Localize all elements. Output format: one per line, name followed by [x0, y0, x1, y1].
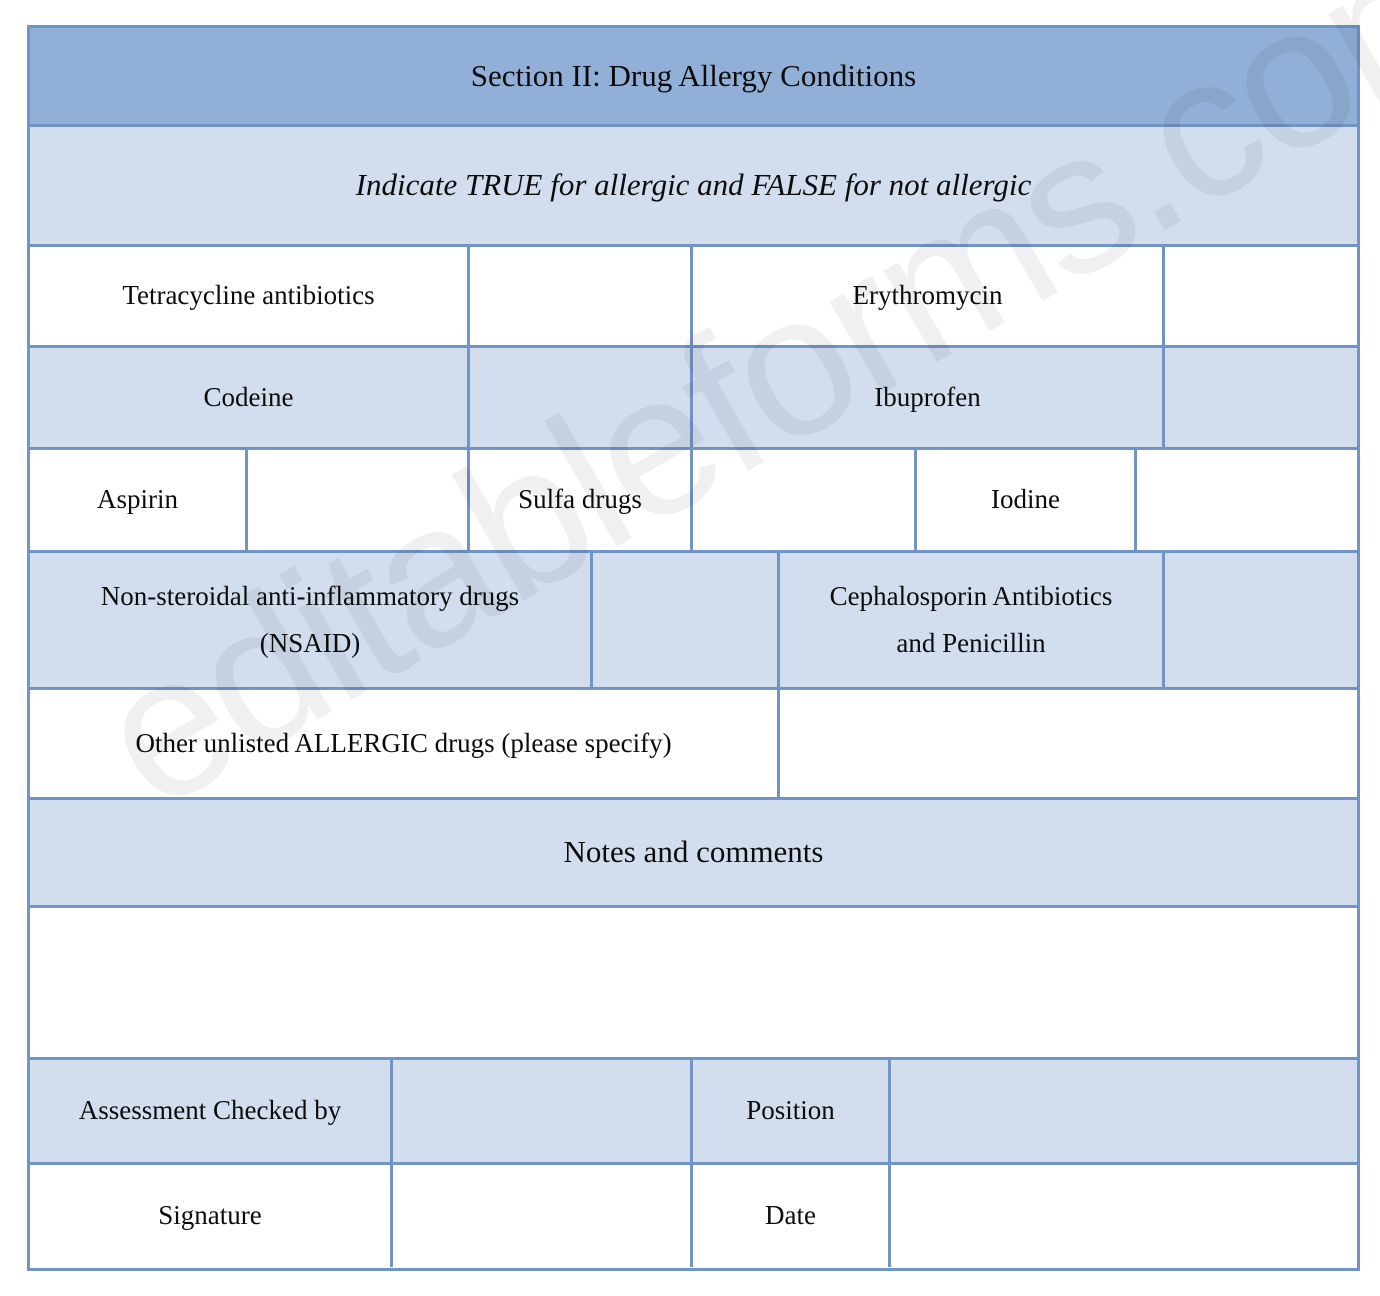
drug-label-tetracycline: Tetracycline antibiotics [30, 247, 470, 345]
section-title: Section II: Drug Allergy Conditions [30, 28, 1357, 124]
table-row-notes-header: Notes and comments [30, 800, 1357, 908]
table-row-drug-1: Tetracycline antibiotics Erythromycin [30, 247, 1357, 348]
drug-label-erythromycin: Erythromycin [693, 247, 1165, 345]
drug-answer-sulfa-drugs[interactable] [693, 450, 917, 550]
drug-label-iodine: Iodine [917, 450, 1137, 550]
table-row-assessment: Assessment Checked by Position [30, 1060, 1357, 1165]
other-drugs-input[interactable] [780, 690, 1357, 797]
drug-label-ibuprofen: Ibuprofen [693, 348, 1165, 447]
table-row-instruction: Indicate TRUE for allergic and FALSE for… [30, 127, 1357, 247]
drug-answer-codeine[interactable] [470, 348, 693, 447]
drug-label-nsaid: Non-steroidal anti-inflammatory drugs (N… [30, 553, 593, 687]
assessment-checked-by-input[interactable] [393, 1060, 693, 1162]
drug-answer-nsaid[interactable] [593, 553, 780, 687]
table-row-title: Section II: Drug Allergy Conditions [30, 28, 1357, 127]
notes-header-label: Notes and comments [30, 800, 1357, 905]
signature-label: Signature [30, 1165, 393, 1267]
date-label: Date [693, 1165, 891, 1267]
drug-answer-cephalosporin[interactable] [1165, 553, 1357, 687]
drug-allergy-form-table: Section II: Drug Allergy Conditions Indi… [27, 25, 1360, 1271]
date-input[interactable] [891, 1165, 1357, 1267]
signature-input[interactable] [393, 1165, 693, 1267]
position-input[interactable] [891, 1060, 1357, 1162]
drug-label-codeine: Codeine [30, 348, 470, 447]
form-page: editableforms.com Section II: Drug Aller… [0, 0, 1380, 1296]
drug-label-sulfa-drugs: Sulfa drugs [470, 450, 693, 550]
assessment-checked-by-label: Assessment Checked by [30, 1060, 393, 1162]
drug-label-cephalosporin: Cephalosporin Antibiotics and Penicillin [780, 553, 1165, 687]
drug-label-cephalosporin-line-1: Cephalosporin Antibiotics [829, 580, 1113, 611]
drug-answer-ibuprofen[interactable] [1165, 348, 1357, 447]
table-row-drug-2: Codeine Ibuprofen [30, 348, 1357, 450]
table-row-signature: Signature Date [30, 1165, 1357, 1267]
table-row-notes-body [30, 908, 1357, 1060]
drug-answer-erythromycin[interactable] [1165, 247, 1357, 345]
notes-input[interactable] [30, 908, 1357, 1057]
drug-answer-tetracycline[interactable] [470, 247, 693, 345]
section-instruction: Indicate TRUE for allergic and FALSE for… [30, 127, 1357, 244]
position-label: Position [693, 1060, 891, 1162]
table-row-drug-3: Aspirin Sulfa drugs Iodine [30, 450, 1357, 553]
drug-label-cephalosporin-line-2: and Penicillin [896, 628, 1046, 658]
table-row-drug-4: Non-steroidal anti-inflammatory drugs (N… [30, 553, 1357, 690]
drug-label-aspirin: Aspirin [30, 450, 248, 550]
drug-label-nsaid-line-1: Non-steroidal anti-inflammatory drugs [100, 580, 520, 611]
table-row-other-drugs: Other unlisted ALLERGIC drugs (please sp… [30, 690, 1357, 800]
drug-label-nsaid-line-2: (NSAID) [259, 628, 361, 658]
other-drugs-label: Other unlisted ALLERGIC drugs (please sp… [30, 690, 780, 797]
drug-answer-aspirin[interactable] [248, 450, 470, 550]
drug-answer-iodine[interactable] [1137, 450, 1357, 550]
